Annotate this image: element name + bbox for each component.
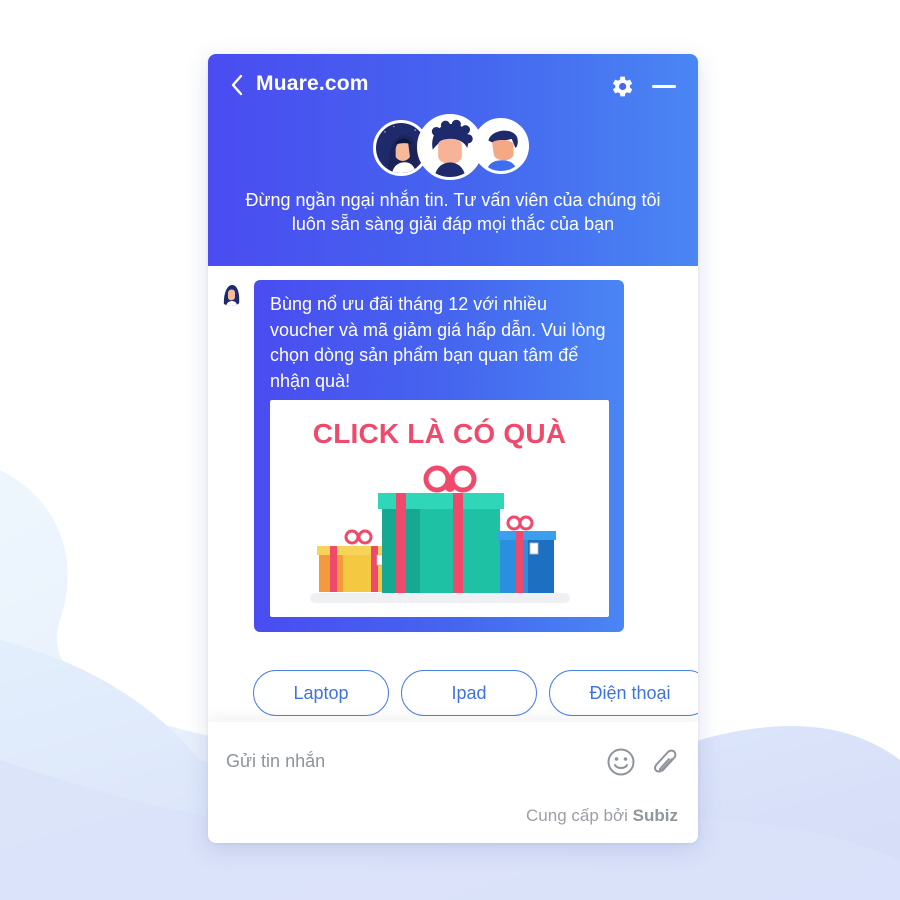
quick-reply-ipad[interactable]: Ipad (401, 670, 537, 716)
agent-avatar-2 (417, 114, 483, 180)
widget-title: Muare.com (256, 72, 369, 95)
powered-by-prefix: Cung cấp bởi (526, 806, 628, 825)
message-input[interactable] (226, 746, 586, 776)
paperclip-icon[interactable] (650, 746, 680, 778)
chat-header: Muare.com Đừng ngần ngại nhắn tin. Tư vấ… (208, 54, 698, 266)
smiley-icon[interactable] (606, 747, 636, 777)
quick-reply-laptop[interactable]: Laptop (253, 670, 389, 716)
quick-reply-dien-thoai[interactable]: Điện thoại (549, 670, 698, 716)
gift-boxes-illustration (310, 465, 570, 603)
promo-card[interactable]: CLICK LÀ CÓ QUÀ (270, 400, 609, 617)
powered-by-brand[interactable]: Subiz (633, 806, 678, 825)
chat-widget: Muare.com Đừng ngần ngại nhắn tin. Tư vấ… (208, 54, 698, 843)
bot-message-text: Bùng nổ ưu đãi tháng 12 với nhiều vouche… (270, 294, 606, 391)
powered-by: Cung cấp bởi Subiz (526, 806, 678, 826)
chevron-left-icon[interactable] (228, 73, 246, 97)
bot-avatar (218, 280, 244, 306)
message-composer: Cung cấp bởi Subiz (208, 722, 698, 843)
bot-message-bubble: Bùng nổ ưu đãi tháng 12 với nhiều vouche… (254, 280, 624, 632)
minimize-icon[interactable] (650, 74, 678, 98)
header-intro-text: Đừng ngần ngại nhắn tin. Tư vấn viên của… (245, 190, 661, 234)
promo-title: CLICK LÀ CÓ QUÀ (312, 418, 567, 449)
gear-icon[interactable] (608, 73, 635, 100)
